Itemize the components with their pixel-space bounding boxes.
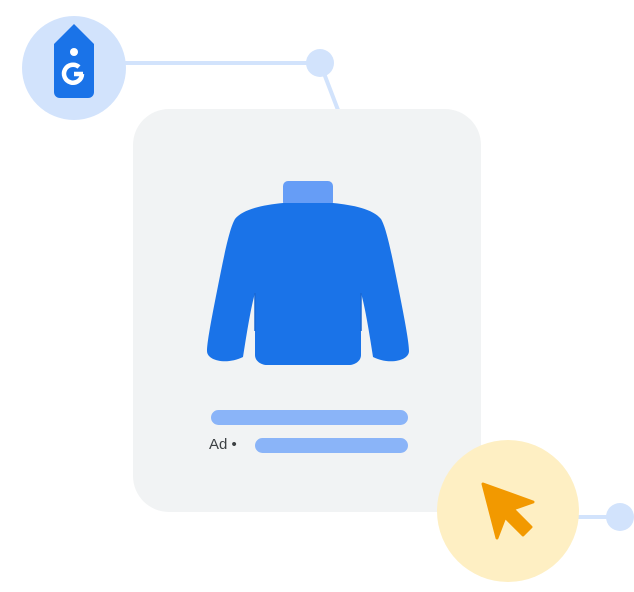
top-connector-node bbox=[306, 49, 334, 77]
cursor-badge bbox=[437, 440, 579, 582]
google-tag-icon bbox=[54, 24, 94, 98]
bottom-connector-node bbox=[606, 503, 634, 531]
product-title-placeholder bbox=[211, 410, 408, 425]
google-tag-badge bbox=[22, 16, 126, 120]
product-price-placeholder bbox=[255, 438, 408, 453]
cursor-arrow-icon bbox=[481, 482, 535, 540]
product-ad-card: Ad • bbox=[133, 109, 481, 512]
sweater-icon bbox=[207, 181, 409, 365]
ad-label: Ad • bbox=[209, 436, 237, 453]
illustration: Ad • bbox=[0, 0, 634, 592]
